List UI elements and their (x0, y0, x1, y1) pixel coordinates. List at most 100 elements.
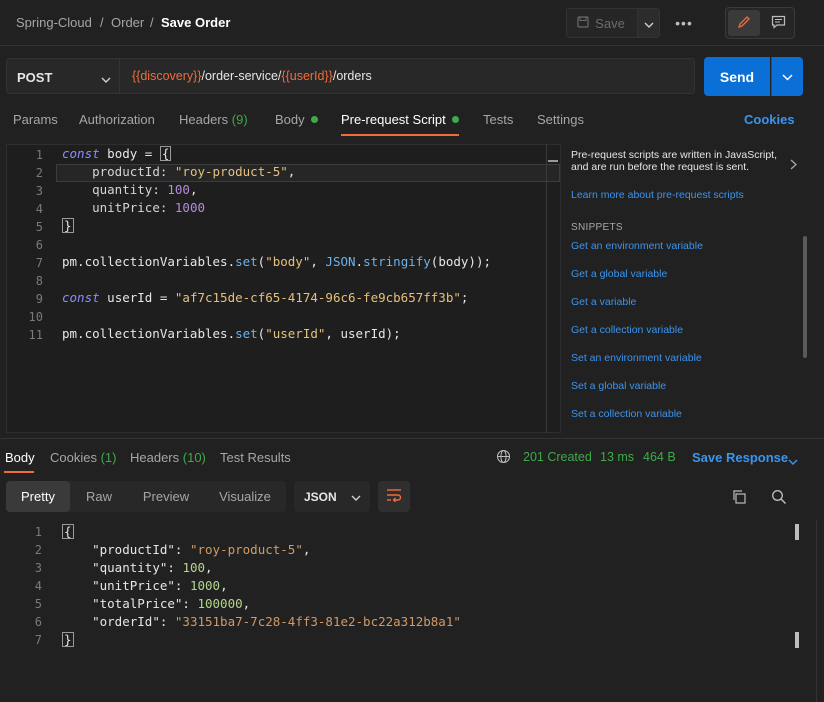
code-line-7: pm.collectionVariables.set("body", JSON.… (62, 254, 492, 269)
tab-authorization[interactable]: Authorization (79, 112, 155, 127)
url-path-segment: /order-service/ (201, 69, 282, 83)
save-icon (577, 15, 589, 31)
response-scrollbar-track[interactable] (816, 520, 817, 702)
response-body[interactable]: 1 2 3 4 5 6 7 { "productId": "roy-produc… (6, 520, 802, 702)
save-response-button[interactable]: Save Response (692, 450, 788, 465)
pre-request-description: Pre-request scripts are written in JavaS… (571, 149, 777, 173)
response-scroll-marker (795, 632, 799, 648)
view-mode-toggle (725, 7, 795, 39)
tab-tests[interactable]: Tests (483, 112, 513, 127)
editor-divider (546, 144, 547, 433)
snippets-heading: SNIPPETS (571, 222, 623, 233)
view-preview-button[interactable]: Preview (128, 481, 204, 512)
response-headers-count: (10) (182, 450, 206, 465)
json-line: "orderId": "33151ba7-7c28-4ff3-81e2-bc22… (92, 614, 461, 629)
code-line-1: const body = { (62, 146, 172, 161)
snippet-link[interactable]: Get an environment variable (571, 240, 703, 252)
chevron-down-icon (782, 69, 793, 84)
code-lines: const body = { productId: "roy-product-5… (6, 144, 546, 433)
tab-body-label: Body (275, 112, 305, 127)
format-select[interactable]: JSON (294, 481, 370, 512)
response-view-switcher: Pretty Raw Preview Visualize (6, 481, 286, 512)
chevron-down-icon (101, 71, 111, 86)
url-input[interactable]: {{discovery}}/order-service/{{userId}}/o… (120, 58, 695, 94)
more-icon: ••• (675, 15, 693, 31)
breadcrumb-folder[interactable]: Order (111, 15, 144, 30)
url-path-segment: /orders (332, 69, 372, 83)
view-pretty-button[interactable]: Pretty (6, 481, 70, 512)
view-visualize-button[interactable]: Visualize (204, 481, 286, 512)
chevron-down-icon (644, 16, 654, 31)
json-line: } (62, 632, 74, 647)
view-raw-button[interactable]: Raw (70, 481, 128, 512)
breadcrumb-workspace[interactable]: Spring-Cloud (16, 15, 92, 30)
response-time[interactable]: 13 ms (600, 450, 634, 464)
response-tab-headers-label: Headers (130, 450, 180, 465)
code-line-3: quantity: 100, (92, 182, 198, 197)
chevron-down-icon (351, 490, 361, 504)
tab-pre-request-label: Pre-request Script (341, 112, 446, 127)
response-size[interactable]: 464 B (643, 450, 676, 464)
copy-icon[interactable] (731, 489, 747, 508)
line-number: 3 (34, 561, 42, 575)
pre-request-indicator-dot (451, 116, 459, 124)
code-line-5: } (62, 218, 74, 233)
snippet-link[interactable]: Set a global variable (571, 380, 666, 392)
tab-settings[interactable]: Settings (537, 112, 584, 127)
tab-body[interactable]: Body (275, 112, 318, 127)
send-options-dropdown[interactable] (771, 57, 803, 96)
editor-scroll-marker (548, 160, 558, 162)
breadcrumb-request-title[interactable]: Save Order (161, 15, 230, 30)
response-active-tab-indicator (4, 471, 34, 473)
comments-button[interactable] (762, 10, 794, 36)
line-number: 2 (34, 543, 42, 557)
method-select[interactable]: POST (6, 58, 120, 94)
cookies-link[interactable]: Cookies (744, 112, 795, 127)
snippets-scrollbar[interactable] (803, 236, 807, 358)
top-bar: Spring-Cloud / Order / Save Order Save •… (0, 0, 824, 46)
send-button[interactable]: Send (704, 57, 770, 96)
line-number: 6 (34, 615, 42, 629)
breadcrumb-separator: / (100, 15, 104, 30)
snippet-link[interactable]: Set a collection variable (571, 408, 682, 420)
chevron-right-icon[interactable] (790, 158, 797, 173)
json-line: { (62, 524, 74, 539)
snippet-link[interactable]: Get a global variable (571, 268, 667, 280)
json-line: "unitPrice": 1000, (92, 578, 228, 593)
method-label: POST (17, 70, 53, 85)
save-button[interactable]: Save (567, 9, 635, 37)
save-button-group: Save (566, 8, 660, 38)
wrap-lines-icon (386, 488, 402, 505)
learn-more-link[interactable]: Learn more about pre-request scripts (571, 189, 744, 201)
response-tab-cookies[interactable]: Cookies (1) (50, 450, 116, 465)
response-cookies-count: (1) (100, 450, 117, 465)
snippet-link[interactable]: Set an environment variable (571, 352, 702, 364)
response-divider[interactable] (0, 438, 824, 439)
globe-icon[interactable] (496, 449, 511, 467)
response-tab-cookies-label: Cookies (50, 450, 97, 465)
response-tab-test-results[interactable]: Test Results (220, 450, 291, 465)
save-button-label: Save (595, 15, 625, 31)
json-line: "totalPrice": 100000, (92, 596, 251, 611)
code-line-2: productId: "roy-product-5", (92, 164, 296, 179)
snippets-panel: Pre-request scripts are written in JavaS… (562, 144, 824, 433)
chevron-down-icon[interactable] (788, 453, 798, 468)
snippet-link[interactable]: Get a variable (571, 296, 636, 308)
save-options-dropdown[interactable] (637, 9, 659, 37)
search-icon[interactable] (771, 489, 787, 508)
wrap-lines-button[interactable] (378, 481, 410, 512)
response-status[interactable]: 201 Created (523, 450, 592, 464)
tab-pre-request-script[interactable]: Pre-request Script (341, 112, 459, 127)
line-number: 5 (34, 597, 42, 611)
code-line-4: unitPrice: 1000 (92, 200, 206, 215)
tab-headers[interactable]: Headers (9) (179, 112, 248, 127)
response-tab-body[interactable]: Body (5, 450, 35, 465)
tab-headers-count: (9) (231, 112, 248, 127)
edit-mode-button[interactable] (728, 10, 760, 36)
tab-params[interactable]: Params (13, 112, 58, 127)
response-tab-headers[interactable]: Headers (10) (130, 450, 206, 465)
snippet-link[interactable]: Get a collection variable (571, 324, 683, 336)
tab-headers-label: Headers (179, 112, 229, 127)
more-actions-button[interactable]: ••• (670, 12, 698, 34)
active-tab-indicator (341, 134, 459, 136)
